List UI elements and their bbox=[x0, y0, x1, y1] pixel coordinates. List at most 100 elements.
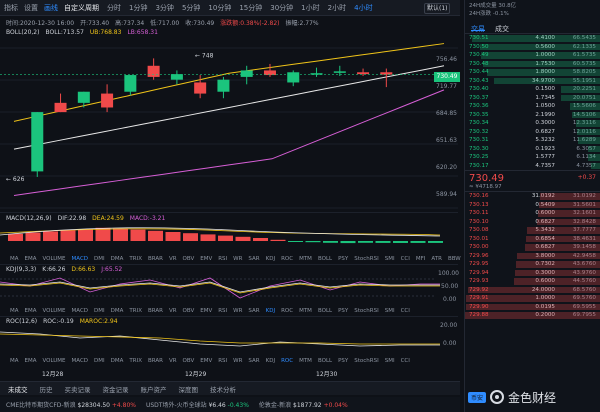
indicator-tab-emv[interactable]: EMV bbox=[200, 256, 212, 262]
tf-8[interactable]: 2小时 bbox=[328, 3, 346, 13]
tf-6[interactable]: 30分钟 bbox=[270, 3, 293, 13]
book-row[interactable]: 729.90 0.0195 69.5955 bbox=[465, 303, 600, 312]
book-row[interactable]: 730.31 5.3232 11.6289 bbox=[465, 136, 600, 145]
tf-2[interactable]: 3分钟 bbox=[155, 3, 173, 13]
book-row[interactable]: 730.37 1.7345 20.0751 bbox=[465, 94, 600, 103]
book-row[interactable]: 730.51 4.4100 66.5435 bbox=[465, 34, 600, 43]
indicator-tab-ema[interactable]: EMA bbox=[25, 256, 37, 262]
indicator-tab-volume[interactable]: VOLUME bbox=[43, 256, 66, 262]
indicator-tab-ema[interactable]: EMA bbox=[25, 308, 37, 314]
book-row[interactable]: 729.96 3.8000 42.9458 bbox=[465, 252, 600, 261]
indicator-tab-bbw[interactable]: BBW bbox=[448, 256, 461, 262]
candle-body[interactable] bbox=[31, 112, 44, 172]
book-row[interactable]: 730.50 0.5600 62.1335 bbox=[465, 43, 600, 52]
indicator-tab-wr[interactable]: WR bbox=[233, 358, 242, 364]
book-row[interactable]: 729.94 0.3000 43.9760 bbox=[465, 269, 600, 278]
book-row[interactable]: 730.34 0.3000 12.3116 bbox=[465, 119, 600, 128]
book-row[interactable]: 730.40 0.1500 20.2251 bbox=[465, 85, 600, 94]
book-row[interactable]: 730.17 4.7357 4.7357 bbox=[465, 162, 600, 171]
book-row[interactable]: 729.95 0.7302 43.6760 bbox=[465, 260, 600, 269]
candle-body[interactable] bbox=[194, 82, 207, 94]
indicator-tab-trix[interactable]: TRIX bbox=[129, 256, 142, 262]
indicator-tab-sar[interactable]: SAR bbox=[248, 256, 259, 262]
book-row[interactable]: 730.01 0.6854 38.4631 bbox=[465, 235, 600, 244]
candle-body[interactable] bbox=[147, 65, 160, 77]
book-row[interactable]: 729.91 1.0000 69.5760 bbox=[465, 294, 600, 303]
settings-button[interactable]: 设置 bbox=[24, 3, 38, 13]
indicator-tab-roc[interactable]: ROC bbox=[281, 308, 293, 314]
indicator-tab-ma[interactable]: MA bbox=[10, 256, 19, 262]
tab-depth[interactable]: 深度图 bbox=[179, 384, 199, 394]
indicator-tab-dmi[interactable]: DMI bbox=[94, 358, 105, 364]
indicator-tab-sar[interactable]: SAR bbox=[248, 308, 259, 314]
candle-body[interactable] bbox=[77, 91, 90, 103]
ticker-item[interactable]: CME比特币期货CFD-新浪 $28304.50 +4.80% bbox=[6, 400, 136, 409]
indicator-tab-kdj[interactable]: KDJ bbox=[266, 358, 275, 364]
indicator-tab-cci[interactable]: CCI bbox=[401, 256, 410, 262]
candle-body[interactable] bbox=[380, 72, 393, 75]
indicator-tab-stochrsi[interactable]: StochRSI bbox=[354, 256, 378, 262]
candlestick-chart[interactable]: ← 748 ← 626 bbox=[0, 38, 460, 214]
indicator-tab-volume[interactable]: VOLUME bbox=[43, 308, 66, 314]
book-row[interactable]: 730.48 1.7530 60.5735 bbox=[465, 60, 600, 69]
indicator-tab-mtm[interactable]: MTM bbox=[299, 308, 312, 314]
tab-funds[interactable]: 资金记录 bbox=[103, 384, 129, 394]
book-row[interactable]: 730.30 0.1923 6.3057 bbox=[465, 145, 600, 154]
candle-body[interactable] bbox=[240, 70, 253, 77]
tab-deals[interactable]: 成交 bbox=[495, 24, 509, 33]
tab-assets[interactable]: 账户资产 bbox=[141, 384, 167, 394]
indicator-tab-kdj[interactable]: KDJ bbox=[266, 308, 275, 314]
custom-period[interactable]: 自定义周期 bbox=[64, 3, 99, 13]
book-row[interactable]: 730.08 5.3432 37.7777 bbox=[465, 226, 600, 235]
indicator-tab-dmi[interactable]: DMI bbox=[94, 256, 105, 262]
indicator-tab-trix[interactable]: TRIX bbox=[129, 358, 142, 364]
ticker-item[interactable]: USDT场外-火币全球站 ¥6.46 -0.43% bbox=[146, 400, 249, 409]
indicator-tab-dmi[interactable]: DMI bbox=[94, 308, 105, 314]
candle-body[interactable] bbox=[217, 79, 230, 92]
book-row[interactable]: 730.49 1.0000 61.5735 bbox=[465, 51, 600, 60]
indicator-tab-roc[interactable]: ROC bbox=[281, 256, 293, 262]
candle-body[interactable] bbox=[287, 72, 300, 83]
indicator-tab-macd[interactable]: MACD bbox=[72, 256, 89, 262]
indicator-button[interactable]: 指标 bbox=[4, 3, 18, 13]
indicator-tab-smi[interactable]: SMI bbox=[385, 358, 395, 364]
indicator-tab-boll[interactable]: BOLL bbox=[318, 256, 332, 262]
indicator-tab-kdj[interactable]: KDJ bbox=[266, 256, 275, 262]
indicator-tab-emv[interactable]: EMV bbox=[200, 358, 212, 364]
book-row[interactable]: 729.93 0.6000 44.5760 bbox=[465, 277, 600, 286]
indicator-tab-stochrsi[interactable]: StochRSI bbox=[354, 358, 378, 364]
indicator-tab-dma[interactable]: DMA bbox=[111, 358, 124, 364]
indicator-tab-stochrsi[interactable]: StochRSI bbox=[354, 308, 378, 314]
indicator-tab-wr[interactable]: WR bbox=[233, 256, 242, 262]
indicator-tab-psy[interactable]: PSY bbox=[338, 358, 348, 364]
tab-open-orders[interactable]: 未成交 bbox=[8, 384, 28, 394]
indicator-tab-volume[interactable]: VOLUME bbox=[43, 358, 66, 364]
book-row[interactable]: 730.35 2.1990 14.5106 bbox=[465, 111, 600, 120]
ticker-item[interactable]: 伦敦金-新浪 $1877.92 +0.04% bbox=[259, 400, 348, 409]
tf-4[interactable]: 10分钟 bbox=[208, 3, 231, 13]
book-row[interactable]: 730.44 1.8000 58.8205 bbox=[465, 68, 600, 77]
indicator-tab-mfi[interactable]: MFI bbox=[416, 256, 426, 262]
indicator-tab-macd[interactable]: MACD bbox=[72, 308, 89, 314]
book-row[interactable]: 729.88 0.2000 69.7955 bbox=[465, 311, 600, 320]
indicator-tab-boll[interactable]: BOLL bbox=[318, 358, 332, 364]
indicator-tab-obv[interactable]: OBV bbox=[183, 256, 195, 262]
indicator-tab-brar[interactable]: BRAR bbox=[148, 308, 163, 314]
indicator-tab-boll[interactable]: BOLL bbox=[318, 308, 332, 314]
tab-trade[interactable]: 交易 bbox=[471, 24, 485, 33]
candle-body[interactable] bbox=[170, 74, 183, 80]
book-row[interactable]: 730.13 0.5409 31.5601 bbox=[465, 201, 600, 210]
book-row[interactable]: 730.43 34.9700 55.1951 bbox=[465, 77, 600, 86]
draw-button[interactable]: 画线 bbox=[44, 3, 58, 13]
book-row[interactable]: 730.10 0.6827 32.8428 bbox=[465, 218, 600, 227]
indicator-tab-rsi[interactable]: RSI bbox=[218, 256, 227, 262]
indicator-tab-obv[interactable]: OBV bbox=[183, 358, 195, 364]
tf-7[interactable]: 1小时 bbox=[301, 3, 319, 13]
tf-5[interactable]: 15分钟 bbox=[239, 3, 262, 13]
indicator-tab-atr[interactable]: ATR bbox=[431, 256, 442, 262]
indicator-tab-dma[interactable]: DMA bbox=[111, 256, 124, 262]
book-row[interactable]: 730.32 0.6827 12.0116 bbox=[465, 128, 600, 137]
tf-0[interactable]: 分时 bbox=[107, 3, 121, 13]
indicator-tab-smi[interactable]: SMI bbox=[385, 256, 395, 262]
candle-body[interactable] bbox=[124, 75, 137, 92]
